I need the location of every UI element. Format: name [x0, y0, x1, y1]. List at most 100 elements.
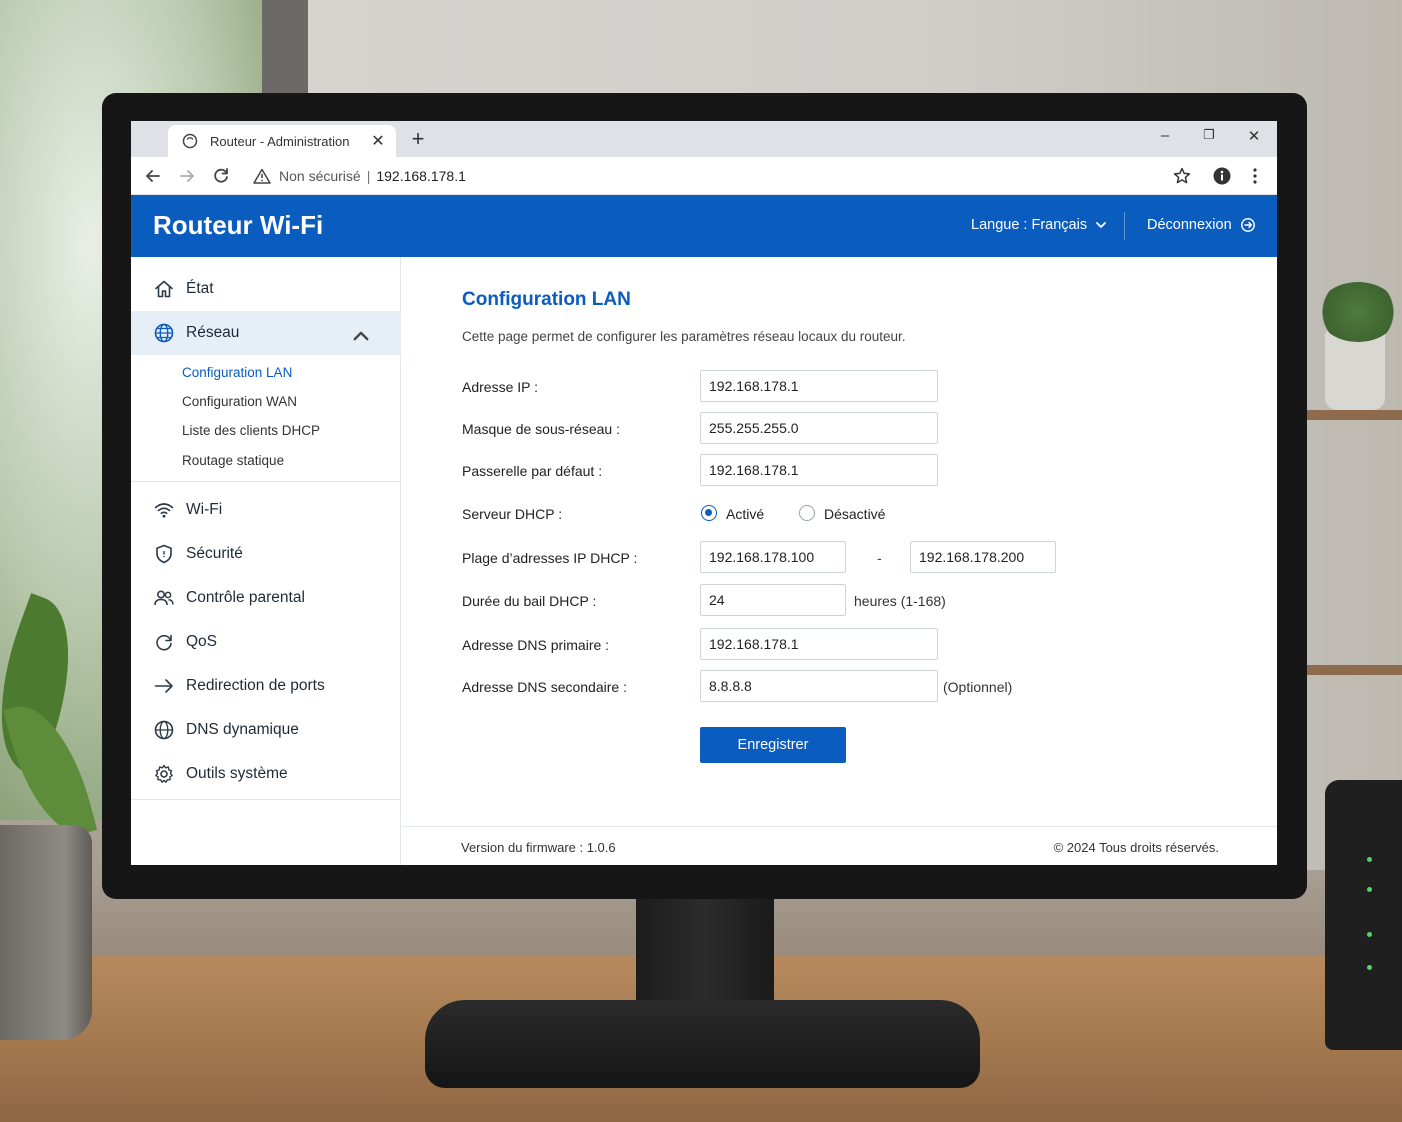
browser-tabbar: Routeur - Administration ✕ + – ❐ ✕: [131, 121, 1277, 157]
shelf-plant-leaves: [1318, 282, 1398, 342]
sidebar-item-label: Outils système: [186, 765, 288, 782]
sidebar-item-label: QoS: [186, 633, 218, 650]
sidebar-item-outils-systeme[interactable]: Outils système: [131, 752, 401, 796]
sidebar-subitem-wan[interactable]: Configuration WAN: [182, 394, 297, 409]
sidebar-divider: [131, 799, 401, 800]
sidebar-divider: [131, 481, 401, 482]
language-selector[interactable]: Langue : Français: [971, 217, 1107, 233]
shelf-plant-pot: [1325, 330, 1385, 410]
gateway-label: Passerelle par défaut :: [462, 463, 603, 479]
sidebar-item-etat[interactable]: État: [131, 267, 401, 311]
sidebar-item-label: État: [186, 280, 214, 297]
gateway-input[interactable]: [700, 454, 938, 486]
dhcp-disabled-label: Désactivé: [824, 506, 886, 522]
dhcp-enabled-radio[interactable]: [701, 505, 717, 521]
page-title: Configuration LAN: [462, 289, 631, 310]
tab-title: Routeur - Administration: [210, 133, 350, 149]
dhcp-disabled-radio[interactable]: [799, 505, 815, 521]
page-description: Cette page permet de configurer les para…: [462, 329, 906, 344]
globe-favicon-icon: [182, 133, 198, 149]
subnet-mask-label: Masque de sous-réseau :: [462, 421, 620, 437]
refresh-icon: [156, 634, 172, 651]
minimize-icon[interactable]: –: [1153, 127, 1177, 144]
language-label: Langue : Français: [971, 217, 1088, 233]
tab-close-icon[interactable]: ✕: [370, 131, 386, 151]
sidebar-item-label: Redirection de ports: [186, 677, 325, 694]
sidebar-item-controle-parental[interactable]: Contrôle parental: [131, 576, 401, 620]
logout-label: Déconnexion: [1147, 217, 1232, 233]
not-secure-label: Non sécurisé: [279, 168, 361, 184]
dns-secondary-input[interactable]: [700, 670, 938, 702]
dhcp-range-start-input[interactable]: [700, 541, 846, 573]
main-content: Configuration LAN Cette page permet de c…: [402, 257, 1277, 865]
reload-icon[interactable]: [210, 165, 232, 187]
sidebar-item-label: Sécurité: [186, 545, 243, 562]
sidebar-item-label: Wi-Fi: [186, 501, 223, 518]
router-led: [1367, 887, 1372, 892]
copyright-text: © 2024 Tous droits réservés.: [1053, 840, 1219, 855]
url-separator: |: [366, 168, 371, 184]
sidebar-item-reseau[interactable]: Réseau: [131, 311, 401, 355]
profile-icon[interactable]: [1211, 165, 1233, 187]
more-icon[interactable]: [1244, 165, 1266, 187]
router-led: [1367, 965, 1372, 970]
range-dash: -: [877, 550, 882, 566]
ip-address-input[interactable]: [700, 370, 938, 402]
physical-router: [1325, 780, 1402, 1050]
monitor-screen: Routeur - Administration ✕ + – ❐ ✕ Non s…: [131, 121, 1277, 865]
sidebar-item-label: DNS dynamique: [186, 721, 299, 738]
star-icon[interactable]: [1171, 165, 1193, 187]
browser-tab[interactable]: Routeur - Administration ✕: [168, 125, 396, 157]
sidebar-item-wifi[interactable]: Wi-Fi: [131, 488, 401, 532]
sidebar-subitem-dhcp-clients[interactable]: Liste des clients DHCP: [182, 423, 320, 438]
logout-button[interactable]: Déconnexion: [1147, 217, 1256, 233]
back-icon[interactable]: [142, 165, 164, 187]
dhcp-lease-hint: heures (1-168): [854, 593, 946, 609]
dns-secondary-label: Adresse DNS secondaire :: [462, 679, 627, 695]
sidebar-item-qos[interactable]: QoS: [131, 620, 401, 664]
chevron-down-icon: [1096, 222, 1106, 228]
dhcp-range-label: Plage d’adresses IP DHCP :: [462, 550, 638, 566]
home-icon: [155, 280, 173, 298]
plant-pot: [0, 825, 92, 1040]
globe-icon: [154, 323, 174, 343]
logout-icon: [1240, 218, 1255, 232]
restore-icon[interactable]: ❐: [1197, 127, 1221, 143]
dns-primary-input[interactable]: [700, 628, 938, 660]
save-button[interactable]: Enregistrer: [700, 727, 846, 763]
sidebar-subitem-lan[interactable]: Configuration LAN: [182, 365, 292, 380]
app-header: Routeur Wi-Fi Langue : Français Déconnex…: [131, 195, 1277, 257]
users-icon: [154, 590, 174, 606]
ip-address-label: Adresse IP :: [462, 379, 539, 395]
dhcp-range-end-input[interactable]: [910, 541, 1056, 573]
sidebar-item-securite[interactable]: Sécurité: [131, 532, 401, 576]
sidebar-item-dns-dynamique[interactable]: DNS dynamique: [131, 708, 401, 752]
warning-icon: [253, 168, 271, 184]
dhcp-server-label: Serveur DHCP :: [462, 506, 563, 522]
sidebar-subitem-static-routing[interactable]: Routage statique: [182, 453, 284, 468]
globe-dns-icon: [154, 720, 174, 740]
header-divider: [1124, 212, 1125, 240]
wifi-icon: [154, 503, 174, 518]
sidebar-item-label: Réseau: [186, 324, 240, 341]
browser-addressbar: Non sécurisé | 192.168.178.1: [131, 157, 1277, 195]
sidebar-item-redirection-ports[interactable]: Redirection de ports: [131, 664, 401, 708]
dns-secondary-hint: (Optionnel): [943, 679, 1013, 695]
url-field[interactable]: Non sécurisé | 192.168.178.1: [253, 166, 466, 186]
forward-icon[interactable]: [176, 165, 198, 187]
dhcp-lease-label: Durée du bail DHCP :: [462, 593, 597, 609]
shield-icon: [156, 544, 172, 564]
dhcp-lease-input[interactable]: [700, 584, 846, 616]
arrow-right-icon: [154, 679, 173, 693]
window-close-icon[interactable]: ✕: [1242, 127, 1266, 145]
gear-icon: [155, 764, 173, 783]
url-text: 192.168.178.1: [376, 168, 466, 184]
subnet-mask-input[interactable]: [700, 412, 938, 444]
chevron-up-icon: [353, 331, 369, 341]
sidebar-item-label: Contrôle parental: [186, 589, 305, 606]
dns-primary-label: Adresse DNS primaire :: [462, 637, 610, 653]
router-led: [1367, 857, 1372, 862]
brand-title: Routeur Wi-Fi: [153, 210, 324, 240]
sidebar: État Réseau Configuration LAN Configurat…: [131, 257, 401, 865]
new-tab-icon[interactable]: +: [406, 127, 430, 151]
